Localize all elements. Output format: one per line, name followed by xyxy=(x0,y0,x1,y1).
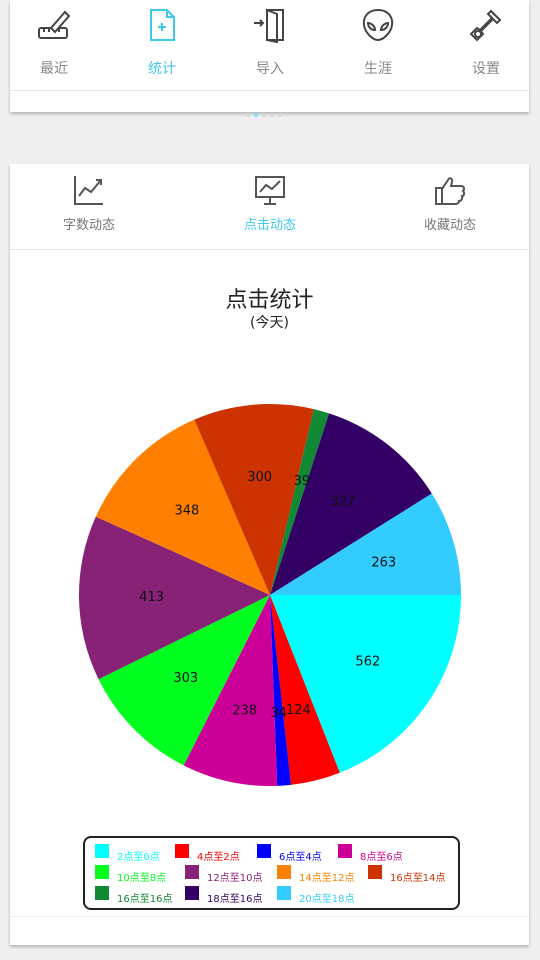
top-nav-card: 最近 统计 导入 生涯 设置 xyxy=(10,0,529,117)
legend-swatch xyxy=(257,844,271,858)
top-nav: 最近 统计 导入 生涯 设置 xyxy=(10,0,529,90)
pager-dot xyxy=(262,113,266,117)
legend-swatch xyxy=(277,886,291,900)
legend-label: 18点至16点 xyxy=(207,894,263,905)
pie-slice-value-label: 300 xyxy=(247,470,272,485)
pie-slice-value-label: 39 xyxy=(294,474,311,489)
pie-slice-value-label: 348 xyxy=(174,504,199,519)
nav-item-import[interactable]: 导入 xyxy=(220,0,320,90)
pie-chart: 562 12434 238 303 413 348 300 39 327 263 xyxy=(78,404,461,786)
legend-label: 20点至18点 xyxy=(299,894,355,905)
legend-swatch xyxy=(368,865,382,879)
statistics-document-icon xyxy=(150,9,175,41)
legend-swatch xyxy=(185,886,199,900)
nav-item-recent[interactable]: 最近 xyxy=(4,0,104,90)
nav-label-import: 导入 xyxy=(256,61,284,77)
chart-legend: 2点至0点 4点至2点 6点至4点 8点至6点 10点至8点 12点至10点 14点至12点… xyxy=(83,836,460,910)
pie-slice-value-label: 263 xyxy=(371,555,396,570)
legend-label: 12点至10点 xyxy=(207,873,263,884)
legend-label: 16点至16点 xyxy=(117,894,173,905)
settings-wrench-icon xyxy=(469,9,502,42)
legend-swatch xyxy=(95,844,109,858)
import-door-icon xyxy=(254,8,284,44)
legend-swatch xyxy=(175,844,189,858)
pie-slice-value-label: 303 xyxy=(173,671,198,686)
legend-label: 8点至6点 xyxy=(360,852,403,863)
legend-label: 2点至0点 xyxy=(117,852,160,863)
statistics-card: 字数动态 点击动态 收藏动态 点击统计 (今天) 562 124 34 238 303 4… xyxy=(10,164,529,945)
pie-slice-value-label: 238 xyxy=(232,704,257,719)
pager-dot xyxy=(270,113,274,117)
pie-slice-value-label: 327 xyxy=(330,495,355,510)
legend-label: 10点至8点 xyxy=(117,873,167,884)
legend-swatch xyxy=(338,844,352,858)
legend-swatch xyxy=(95,886,109,900)
nav-label-career: 生涯 xyxy=(364,61,392,77)
legend-swatch xyxy=(277,865,291,879)
nav-label-recent: 最近 xyxy=(40,61,68,77)
pager-dots xyxy=(246,102,286,117)
legend-label: 14点至12点 xyxy=(299,873,355,884)
recent-ruler-pencil-icon xyxy=(38,10,71,39)
legend-swatch xyxy=(95,865,109,879)
legend-label: 6点至4点 xyxy=(279,852,322,863)
top-nav-divider xyxy=(10,90,529,91)
nav-label-settings: 设置 xyxy=(472,61,500,77)
pie-slice-value-label: 413 xyxy=(139,590,164,605)
nav-item-settings[interactable]: 设置 xyxy=(436,0,536,90)
legend-label: 4点至2点 xyxy=(197,852,240,863)
card-bottom-divider xyxy=(10,916,529,917)
pager-dot xyxy=(246,113,250,117)
alien-head-icon xyxy=(362,8,394,42)
nav-label-statistics: 统计 xyxy=(148,61,176,77)
nav-item-statistics[interactable]: 统计 xyxy=(112,0,212,90)
nav-item-career[interactable]: 生涯 xyxy=(328,0,428,90)
pie-slice-value-label: 34 xyxy=(270,706,287,721)
pie-slice-value-label: 124 xyxy=(286,703,311,718)
pager-dot xyxy=(278,113,282,117)
legend-label: 16点至14点 xyxy=(390,873,446,884)
pie-slice-value-label: 562 xyxy=(355,655,380,670)
pager-dot xyxy=(254,113,258,117)
legend-swatch xyxy=(185,865,199,879)
